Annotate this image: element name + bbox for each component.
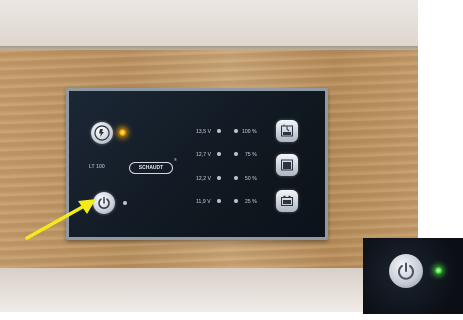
registered-mark: ®: [174, 157, 177, 162]
level-led: [234, 199, 238, 203]
level-percent: 75 %: [245, 152, 257, 158]
floor: [0, 268, 418, 312]
level-led: [217, 152, 221, 156]
level-voltage: 13,5 V: [196, 129, 212, 135]
wall: [0, 0, 418, 50]
inset-power-button: [389, 254, 423, 288]
pump-led: [119, 129, 126, 136]
level-led: [234, 129, 238, 133]
level-voltage: 11,9 V: [196, 199, 211, 205]
control-panel: LT 100 SCHAUDT ® 13,5 V 100 % 12,7 V 75 …: [69, 91, 325, 237]
level-led: [217, 129, 221, 133]
level-percent: 50 %: [245, 176, 257, 182]
grey-water-button[interactable]: [276, 154, 298, 176]
model-label: LT 100: [89, 164, 105, 170]
inset-zoom: [363, 238, 463, 314]
brand-logo: SCHAUDT: [129, 162, 173, 174]
fresh-water-tank-icon: [281, 124, 293, 137]
power-icon: [398, 262, 414, 280]
grey-water-tank-icon: [281, 159, 293, 171]
level-led: [234, 176, 238, 180]
level-percent: 100 %: [242, 129, 257, 135]
annotation-arrow: [25, 199, 96, 240]
level-led: [217, 199, 221, 203]
level-led: [217, 176, 221, 180]
level-percent: 25 %: [245, 199, 257, 205]
pump-button[interactable]: [91, 122, 113, 144]
battery-button[interactable]: [276, 190, 298, 212]
pump-icon: [94, 125, 110, 141]
level-voltage: 12,2 V: [196, 176, 212, 182]
power-led: [123, 201, 127, 205]
level-voltage: 12,7 V: [196, 152, 212, 158]
fresh-water-button[interactable]: [276, 120, 298, 142]
battery-icon: [281, 195, 293, 206]
inset-led-green: [435, 267, 442, 274]
photo: LT 100 SCHAUDT ® 13,5 V 100 % 12,7 V 75 …: [0, 0, 418, 312]
level-led: [234, 152, 238, 156]
